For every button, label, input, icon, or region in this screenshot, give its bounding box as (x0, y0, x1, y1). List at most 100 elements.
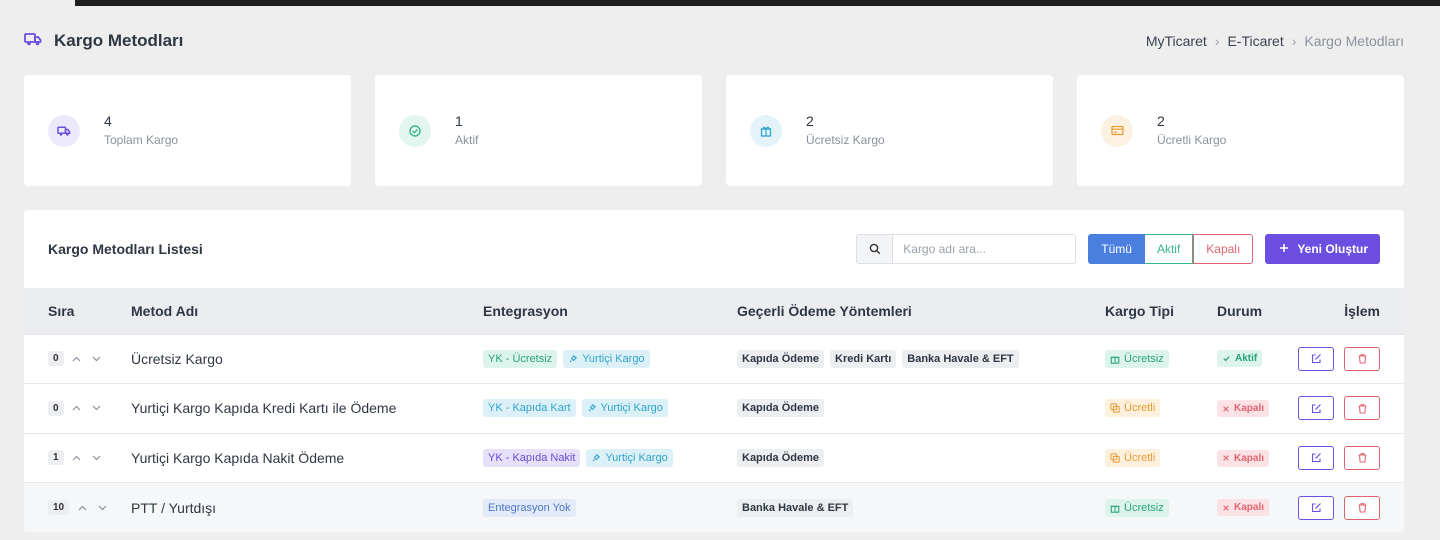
truck-icon (48, 114, 80, 147)
stat-label: Ücretli Kargo (1157, 132, 1227, 147)
chevron-right-icon: › (1214, 33, 1220, 49)
table-row: 0 Yurtiçi Kargo Kapıda Kredi Kartı ile Öd… (24, 383, 1404, 434)
delete-button[interactable] (1344, 495, 1380, 520)
filter-all-button[interactable]: Tümü (1088, 234, 1145, 264)
status-badge: Kapalı (1217, 499, 1270, 517)
status-badge-label: Kapalı (1234, 452, 1265, 464)
column-header-type: Kargo Tipi (1105, 302, 1174, 319)
payment-method-badge: Kredi Kartı (830, 349, 897, 368)
stat-value: 4 (104, 112, 112, 129)
integration-badge: Yurtiçi Kargo (586, 448, 673, 467)
integration-badge-label: YK - Ücretsiz (488, 352, 553, 365)
integration-badge-label: Yurtiçi Kargo (582, 352, 645, 365)
shipping-type-badge: Ücretsiz (1105, 498, 1169, 517)
stat-label: Toplam Kargo (104, 132, 179, 147)
edit-icon (1311, 353, 1322, 364)
gift-icon (1110, 354, 1120, 364)
plug-icon (587, 403, 597, 413)
edit-button[interactable] (1298, 396, 1334, 421)
shipping-type-badge: Ücretli (1105, 399, 1161, 418)
integration-badge-label: Yurtiçi Kargo (600, 402, 663, 415)
x-icon (1222, 454, 1230, 462)
status-badge-label: Aktif (1235, 353, 1258, 365)
integration-badge: Yurtiçi Kargo (581, 399, 668, 418)
delete-button[interactable] (1344, 396, 1380, 421)
shipping-type-badge: Ücretli (1105, 448, 1161, 467)
method-name: Ücretsiz Kargo (131, 350, 223, 367)
order-value: 10 (48, 500, 70, 515)
trash-icon (1357, 403, 1368, 414)
payment-method-badge: Kapıda Ödeme (737, 349, 825, 368)
edit-button[interactable] (1298, 346, 1334, 371)
filter-active-button[interactable]: Aktif (1144, 234, 1194, 264)
status-badge-label: Kapalı (1234, 403, 1265, 414)
card-icon (1101, 114, 1133, 147)
chevron-down-icon[interactable] (90, 451, 104, 465)
order-value: 1 (48, 450, 64, 466)
search-input[interactable] (893, 235, 1076, 263)
plus-icon (1279, 242, 1289, 256)
plug-icon (591, 453, 601, 463)
stat-card-total: 4 Toplam Kargo (24, 75, 351, 186)
stat-card-active: 1 Aktif (375, 75, 702, 186)
method-name: PTT / Yurtdışı (131, 499, 217, 516)
list-toolbar: Kargo Metodları Listesi Tümü Aktif Kapal… (24, 210, 1404, 288)
status-badge-label: Kapalı (1234, 502, 1265, 514)
breadcrumb-eticaret[interactable]: E-Ticaret (1227, 33, 1283, 49)
order-value: 0 (48, 351, 64, 367)
shipping-methods-table: Sıra Metod Adı Entegrasyon Geçerli Ödeme… (24, 288, 1404, 532)
stat-value: 2 (806, 112, 814, 129)
shipping-type-badge-label: Ücretli (1124, 402, 1156, 415)
edit-icon (1311, 403, 1322, 414)
stat-value: 1 (455, 112, 463, 129)
coins-icon (1110, 403, 1120, 413)
shipping-methods-list: Kargo Metodları Listesi Tümü Aktif Kapal… (24, 210, 1404, 532)
breadcrumb-current: Kargo Metodları (1304, 33, 1404, 49)
stat-value: 2 (1157, 112, 1165, 129)
integration-badge: YK - Ücretsiz (483, 349, 558, 368)
breadcrumb: MyTicaret › E-Ticaret › Kargo Metodları (1146, 33, 1404, 49)
edit-button[interactable] (1298, 495, 1334, 520)
stat-card-free: 2 Ücretsiz Kargo (726, 75, 1053, 186)
check-icon (1222, 354, 1231, 363)
search-box (856, 234, 1077, 264)
chevron-up-icon[interactable] (70, 451, 84, 465)
table-row: 10 PTT / Yurtdışı Entegrasyon Yok Banka Hav… (24, 482, 1404, 532)
status-badge: Aktif (1217, 350, 1263, 368)
chevron-down-icon[interactable] (90, 352, 104, 366)
page-title: Kargo Metodları (54, 31, 184, 50)
gift-icon (1110, 503, 1120, 513)
delete-button[interactable] (1344, 445, 1380, 470)
chevron-up-icon[interactable] (70, 401, 84, 415)
chevron-down-icon[interactable] (90, 401, 104, 415)
shipping-type-badge-label: Ücretli (1124, 451, 1156, 464)
shipping-type-badge: Ücretsiz (1105, 349, 1169, 368)
chevron-right-icon: › (1291, 33, 1297, 49)
search-icon[interactable] (857, 235, 894, 263)
status-filter: Tümü Aktif Kapalı (1088, 234, 1254, 264)
coins-icon (1110, 453, 1120, 463)
column-header-payments: Geçerli Ödeme Yöntemleri (737, 302, 912, 319)
trash-icon (1357, 452, 1368, 463)
payment-method-badge: Banka Havale & EFT (902, 349, 1019, 368)
edit-icon (1311, 452, 1322, 463)
plug-icon (568, 354, 578, 364)
method-name: Yurtiçi Kargo Kapıda Kredi Kartı ile Öde… (131, 400, 397, 417)
integration-badge: Yurtiçi Kargo (563, 349, 650, 368)
breadcrumb-myticaret[interactable]: MyTicaret (1146, 33, 1207, 49)
payment-method-badge: Banka Havale & EFT (737, 498, 854, 517)
chevron-up-icon[interactable] (75, 501, 89, 515)
edit-button[interactable] (1298, 445, 1334, 470)
column-header-name: Metod Adı (131, 302, 199, 319)
page-header: Kargo Metodları MyTicaret › E-Ticaret › … (24, 28, 1404, 54)
table-header-row: Sıra Metod Adı Entegrasyon Geçerli Ödeme… (24, 288, 1404, 334)
shipping-type-badge-label: Ücretsiz (1124, 501, 1164, 514)
delete-button[interactable] (1344, 346, 1380, 371)
chevron-up-icon[interactable] (70, 352, 84, 366)
chevron-down-icon[interactable] (95, 501, 109, 515)
create-new-button[interactable]: Yeni Oluştur (1265, 234, 1380, 264)
table-row: 1 Yurtiçi Kargo Kapıda Nakit Ödeme YK - Ka… (24, 433, 1404, 483)
filter-closed-button[interactable]: Kapalı (1193, 234, 1254, 264)
status-badge: Kapalı (1217, 400, 1270, 417)
column-header-status: Durum (1217, 302, 1263, 319)
